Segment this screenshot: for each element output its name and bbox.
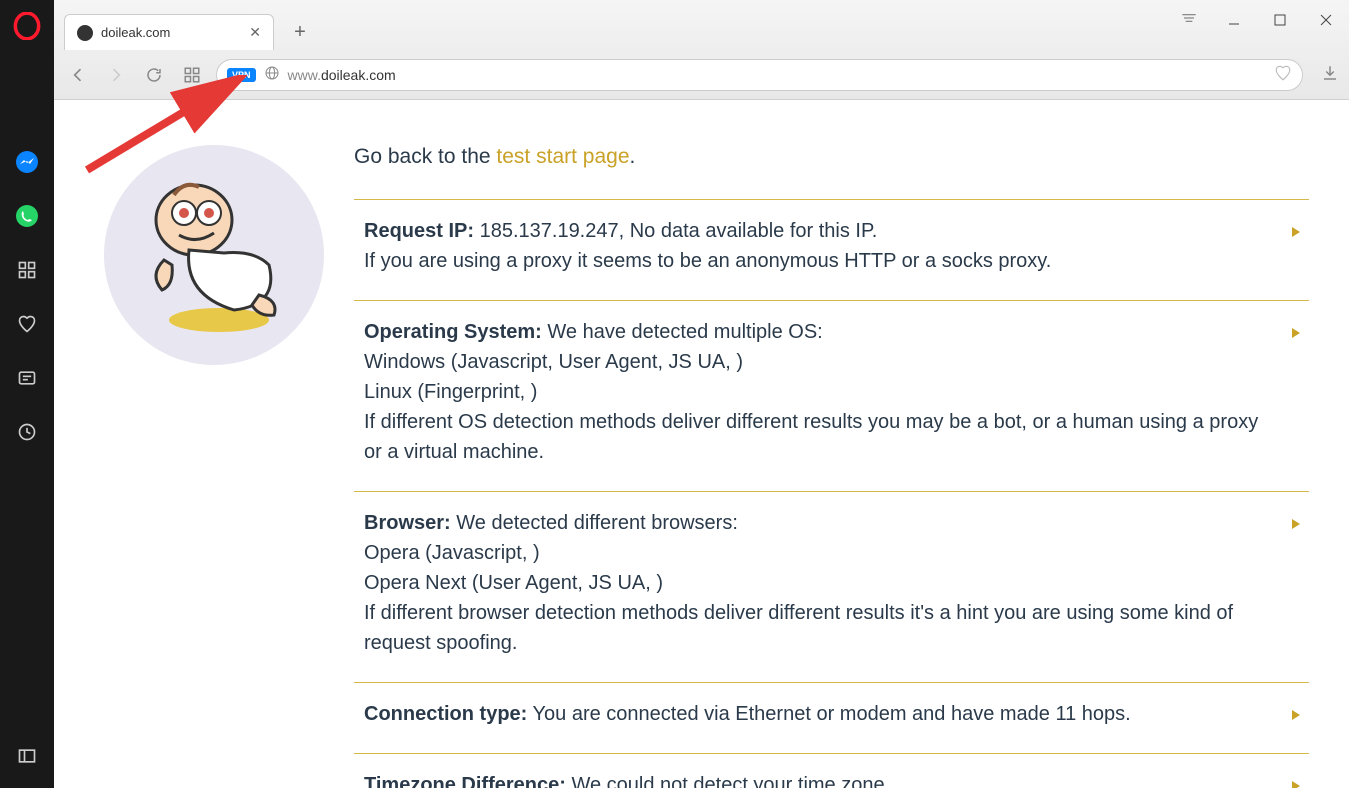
speed-dial-nav-icon[interactable]: [178, 61, 206, 89]
speed-dial-icon[interactable]: [15, 258, 39, 282]
section-line: We detected different browsers:: [451, 512, 738, 534]
section-line: Opera Next (User Agent, JS UA, ): [364, 572, 663, 594]
window-controls: [1211, 0, 1349, 40]
new-tab-button[interactable]: +: [282, 14, 318, 50]
intro-suffix: .: [630, 145, 636, 168]
opera-sidebar: [0, 0, 54, 788]
url-text: www.doileak.com: [288, 67, 396, 83]
reload-button[interactable]: [140, 61, 168, 89]
section-line: We could not detect your time zone.: [566, 774, 890, 788]
tab-bar: doileak.com ✕ +: [64, 14, 318, 50]
page-content[interactable]: Go back to the test start page. Request …: [54, 100, 1349, 788]
intro-text: Go back to the test start page.: [354, 145, 1309, 169]
heart-sidebar-icon[interactable]: [15, 312, 39, 336]
expand-icon[interactable]: [1289, 319, 1303, 349]
messenger-icon[interactable]: [15, 150, 39, 174]
browser-tab[interactable]: doileak.com ✕: [64, 14, 274, 50]
section-line: Opera (Javascript, ): [364, 542, 540, 564]
test-start-link[interactable]: test start page: [496, 145, 629, 168]
section-title: Operating System:: [364, 321, 542, 343]
bookmark-heart-icon[interactable]: [1274, 64, 1292, 87]
whatsapp-icon[interactable]: [15, 204, 39, 228]
forward-button[interactable]: [102, 61, 130, 89]
expand-icon[interactable]: [1289, 510, 1303, 540]
expand-icon[interactable]: [1289, 701, 1303, 731]
news-icon[interactable]: [15, 366, 39, 390]
maximize-button[interactable]: [1257, 0, 1303, 40]
minimize-button[interactable]: [1211, 0, 1257, 40]
tab-close-icon[interactable]: ✕: [249, 24, 261, 41]
expand-icon[interactable]: [1289, 772, 1303, 788]
address-bar[interactable]: VPN www.doileak.com: [216, 59, 1303, 91]
nav-bar: VPN www.doileak.com: [64, 58, 1339, 92]
downloads-icon[interactable]: [1321, 64, 1339, 87]
section-timezone: Timezone Difference: We could not detect…: [354, 753, 1309, 788]
section-request-ip: Request IP: 185.137.19.247, No data avai…: [354, 199, 1309, 300]
section-line: If you are using a proxy it seems to be …: [364, 250, 1051, 272]
expand-icon[interactable]: [1289, 218, 1303, 248]
tab-favicon-icon: [77, 25, 93, 41]
easy-setup-icon[interactable]: [1179, 8, 1199, 33]
opera-logo[interactable]: [13, 12, 41, 40]
section-line: You are connected via Ethernet or modem …: [527, 703, 1130, 725]
url-prefix: www.: [288, 67, 321, 83]
section-operating-system: Operating System: We have detected multi…: [354, 300, 1309, 491]
history-icon[interactable]: [15, 420, 39, 444]
tab-title: doileak.com: [101, 25, 241, 40]
section-line: If different browser detection methods d…: [364, 602, 1233, 654]
section-line: If different OS detection methods delive…: [364, 411, 1258, 463]
section-line: Windows (Javascript, User Agent, JS UA, …: [364, 351, 743, 373]
section-title: Connection type:: [364, 703, 527, 725]
close-button[interactable]: [1303, 0, 1349, 40]
section-connection-type: Connection type: You are connected via E…: [354, 682, 1309, 753]
url-host: doileak.com: [321, 67, 396, 83]
sidebar-toggle-icon[interactable]: [15, 744, 39, 768]
intro-prefix: Go back to the: [354, 145, 496, 168]
section-line: We have detected multiple OS:: [542, 321, 823, 343]
logo-illustration: [104, 145, 324, 365]
section-line: 185.137.19.247, No data available for th…: [474, 220, 877, 242]
browser-chrome: doileak.com ✕ + VPN www.doileak.com: [54, 0, 1349, 100]
back-button[interactable]: [64, 61, 92, 89]
section-line: Linux (Fingerprint, ): [364, 381, 537, 403]
globe-icon: [264, 65, 280, 86]
section-browser: Browser: We detected different browsers:…: [354, 491, 1309, 682]
vpn-badge[interactable]: VPN: [227, 68, 256, 82]
section-title: Timezone Difference:: [364, 774, 566, 788]
section-title: Request IP:: [364, 220, 474, 242]
section-title: Browser:: [364, 512, 451, 534]
